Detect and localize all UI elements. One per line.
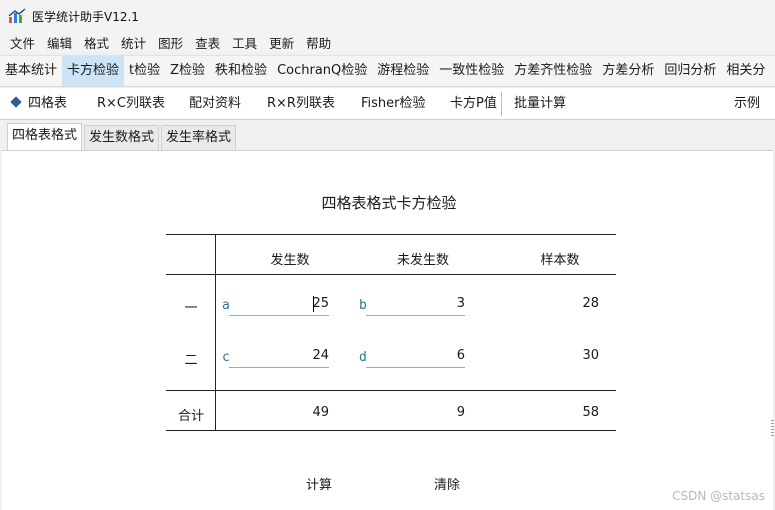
text-caret [313,296,314,312]
input-d[interactable]: 6 [370,348,465,363]
sum-occur: 49 [312,405,329,420]
tab-count-format[interactable]: 发生数格式 [84,125,160,151]
window-title: 医学统计助手V12.1 [32,9,139,24]
menu-help[interactable]: 帮助 [300,33,337,52]
table-header-rule [166,274,616,275]
subtab-paired[interactable]: 配对资料 [189,88,241,120]
input-c[interactable]: 24 [232,348,329,363]
main-tab-bar: 基本统计 卡方检验 t检验 Z检验 秩和检验 CochranQ检验 游程检验 一… [0,55,775,87]
input-a[interactable]: 25 [232,296,329,311]
menu-tools[interactable]: 工具 [226,33,263,52]
tab-t-test[interactable]: t检验 [124,56,165,86]
menu-statistics[interactable]: 统计 [115,33,152,52]
header-not-occur: 未发生数 [396,253,449,268]
header-occur: 发生数 [270,253,310,268]
menu-update[interactable]: 更新 [263,33,300,52]
menu-bar: 文件 编辑 格式 统计 图形 查表 工具 更新 帮助 [0,32,775,52]
sum-total: 58 [582,405,599,420]
row-label-2: 二 [184,353,198,368]
table-top-rule [166,234,616,235]
tab-rank-sum[interactable]: 秩和检验 [210,56,272,86]
row-total-1: 28 [582,296,599,311]
menu-lookup[interactable]: 查表 [189,33,226,52]
row-total-2: 30 [582,348,599,363]
tab-z-test[interactable]: Z检验 [165,56,210,86]
tab-regression[interactable]: 回归分析 [659,56,721,86]
tab-divider [501,92,502,116]
tab-consistency[interactable]: 一致性检验 [434,56,509,86]
clear-button[interactable]: 清除 [434,474,460,493]
sub-tab-bar: 四格表 R×C列联表 配对资料 R×R列联表 Fisher检验 卡方P值 批量计… [0,88,775,120]
subtab-chi-p[interactable]: 卡方P值 [450,88,497,120]
table-vertical-rule [215,234,216,431]
subtab-batch[interactable]: 批量计算 [514,88,566,120]
header-sample: 样本数 [540,253,580,268]
sum-not-occur: 9 [456,405,465,420]
tab-correlation[interactable]: 相关分 [721,56,770,86]
input-a-underline [229,315,329,316]
cell-letter-b: b [359,298,367,313]
cell-letter-d: d [359,350,367,365]
tab-homogeneity[interactable]: 方差齐性检验 [509,56,597,86]
input-b-underline [366,315,465,316]
tab-anova[interactable]: 方差分析 [597,56,659,86]
subtab-rxr[interactable]: R×R列联表 [267,88,335,120]
resize-grip[interactable] [771,420,774,438]
subtab-fisher[interactable]: Fisher检验 [361,88,426,120]
sum-row-label: 合计 [177,409,204,424]
input-c-underline [229,367,329,368]
watermark: CSDN @statsas [672,489,765,503]
diamond-icon [10,96,22,108]
format-tab-bar: 四格表格式 发生数格式 发生率格式 [0,121,775,152]
cell-letter-a: a [222,298,230,313]
menu-edit[interactable]: 编辑 [41,33,78,52]
subtab-fourfold[interactable]: 四格表 [10,88,68,120]
subtab-fourfold-label: 四格表 [28,96,68,111]
calculate-button[interactable]: 计算 [306,474,332,493]
table-bottom-rule [166,430,616,431]
tab-basic-statistics[interactable]: 基本统计 [0,56,62,86]
input-d-underline [366,367,465,368]
subtab-example[interactable]: 示例 [734,88,760,120]
cell-letter-c: c [222,350,230,365]
tab-chi-square[interactable]: 卡方检验 [62,56,125,86]
table-sum-rule [166,390,616,391]
menu-file[interactable]: 文件 [4,33,41,52]
form-title: 四格表格式卡方检验 [321,194,457,212]
title-bar: 医学统计助手V12.1 [0,0,775,32]
row-label-1: 一 [184,301,198,316]
tab-runs-test[interactable]: 游程检验 [372,56,434,86]
input-b[interactable]: 3 [370,296,465,311]
tab-cochran-q[interactable]: CochranQ检验 [272,56,372,86]
menu-graphics[interactable]: 图形 [152,33,189,52]
tab-fourfold-format[interactable]: 四格表格式 [7,123,83,152]
app-logo-icon [8,8,26,23]
tab-rate-format[interactable]: 发生率格式 [161,125,237,151]
subtab-rxc[interactable]: R×C列联表 [97,88,165,120]
menu-format[interactable]: 格式 [78,33,115,52]
